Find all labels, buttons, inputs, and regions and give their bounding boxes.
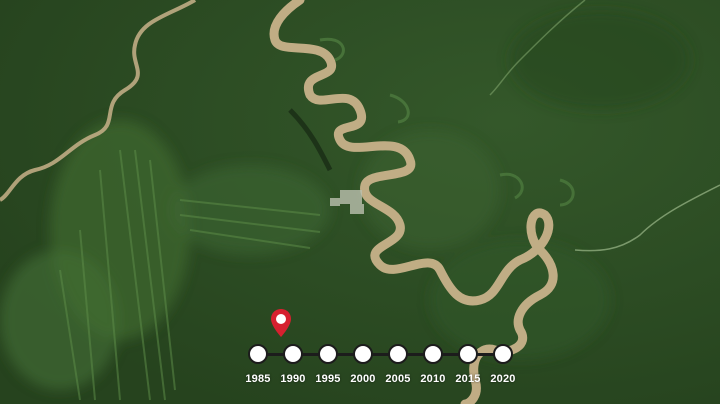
year-node-2010[interactable] bbox=[423, 344, 443, 364]
year-label-1990: 1990 bbox=[280, 373, 306, 385]
year-node-2000[interactable] bbox=[353, 344, 373, 364]
year-node-1985[interactable] bbox=[248, 344, 268, 364]
year-node-1990[interactable] bbox=[283, 344, 303, 364]
year-node-2020[interactable] bbox=[493, 344, 513, 364]
year-timeline: 1985 1990 1995 2000 2005 2010 2015 2020 bbox=[0, 0, 720, 404]
location-pin-icon bbox=[271, 309, 291, 337]
year-label-2015: 2015 bbox=[455, 373, 481, 385]
year-label-2020: 2020 bbox=[490, 373, 516, 385]
year-label-1985: 1985 bbox=[245, 373, 271, 385]
year-node-1995[interactable] bbox=[318, 344, 338, 364]
satellite-map: 1985 1990 1995 2000 2005 2010 2015 2020 bbox=[0, 0, 720, 404]
year-label-2010: 2010 bbox=[420, 373, 446, 385]
year-node-2005[interactable] bbox=[388, 344, 408, 364]
year-label-2005: 2005 bbox=[385, 373, 411, 385]
year-node-2015[interactable] bbox=[458, 344, 478, 364]
year-label-1995: 1995 bbox=[315, 373, 341, 385]
year-label-2000: 2000 bbox=[350, 373, 376, 385]
